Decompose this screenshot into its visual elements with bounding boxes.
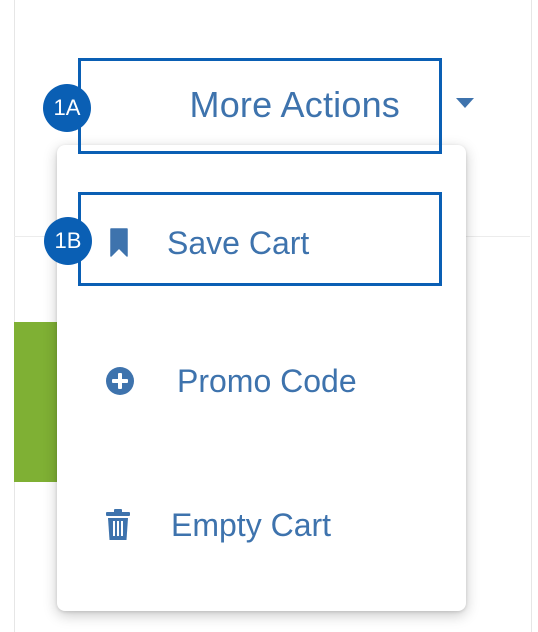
- menu-item-label: Save Cart: [167, 224, 310, 261]
- more-actions-label: More Actions: [189, 84, 400, 125]
- annotation-badge-1b: 1B: [44, 217, 92, 265]
- green-button-edge[interactable]: [14, 322, 62, 482]
- menu-item-save-cart[interactable]: Save Cart: [57, 203, 466, 283]
- trash-icon: [105, 509, 131, 541]
- annotation-badge-1a: 1A: [43, 84, 91, 132]
- menu-item-promo-code[interactable]: Promo Code: [57, 341, 466, 421]
- bookmark-icon: [107, 228, 131, 258]
- menu-item-empty-cart[interactable]: Empty Cart: [57, 485, 466, 565]
- menu-item-label: Empty Cart: [171, 506, 332, 543]
- menu-item-label: Promo Code: [177, 362, 357, 399]
- more-actions-button[interactable]: More Actions: [78, 58, 474, 152]
- more-actions-dropdown-menu: Save Cart Promo Code Empty Cart: [57, 145, 466, 611]
- plus-circle-icon: [105, 366, 135, 396]
- caret-down-icon[interactable]: [456, 98, 474, 108]
